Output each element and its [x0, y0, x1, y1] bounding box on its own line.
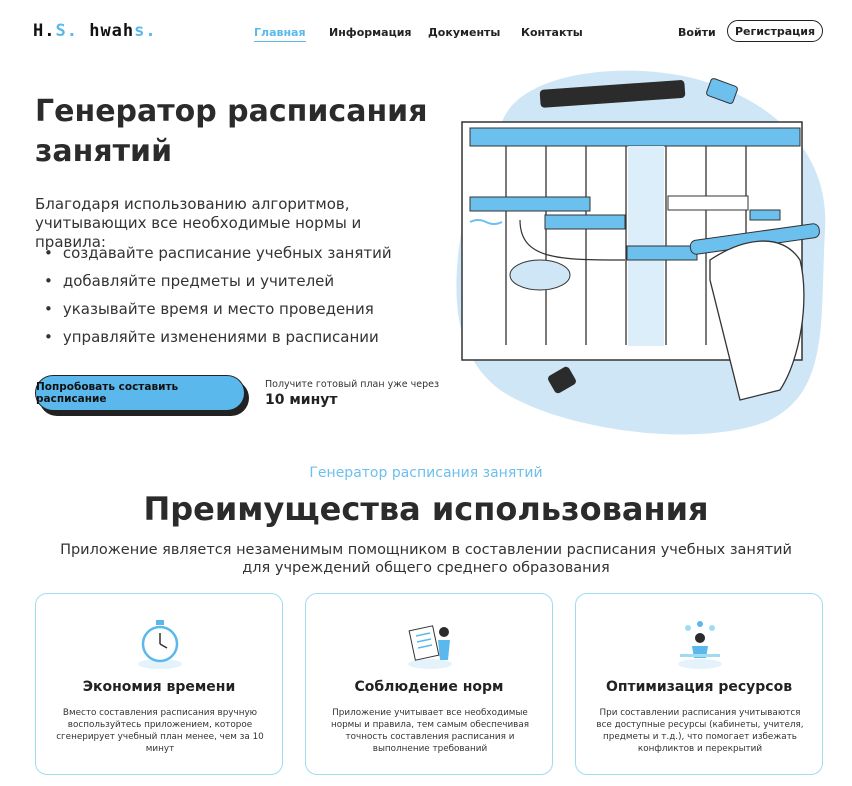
cta-note: Получите готовый план уже через: [265, 379, 440, 390]
cta-duration: 10 минут: [265, 392, 338, 408]
logo[interactable]: H.S. hwahs.: [33, 21, 157, 41]
register-button[interactable]: Регистрация: [727, 20, 823, 42]
bullet-item: добавляйте предметы и учителей: [44, 271, 392, 299]
section-title: Преимущества использования: [143, 490, 709, 528]
try-schedule-button[interactable]: Попробовать составить расписание: [35, 375, 245, 411]
benefit-card-resources: Оптимизация ресурсов При составлении рас…: [575, 593, 823, 775]
nav-documents[interactable]: Документы: [428, 26, 500, 39]
section-kicker: Генератор расписания занятий: [309, 465, 543, 481]
benefit-card-time: Экономия времени Вместо составления расп…: [35, 593, 283, 775]
hero-title: Генератор расписания занятий: [35, 94, 428, 169]
nav-home[interactable]: Главная: [254, 26, 306, 42]
person-desk-icon: [678, 621, 722, 669]
card-title: Оптимизация ресурсов: [605, 679, 793, 695]
bullet-item: указывайте время и место проведения: [44, 299, 392, 327]
card-title: Экономия времени: [82, 679, 236, 695]
card-text: Вместо составления расписания вручную во…: [56, 708, 264, 754]
section-subtitle: Приложение является незаменимым помощник…: [60, 542, 792, 576]
card-text: Приложение учитывает все необходимые нор…: [330, 708, 530, 754]
schedule-illustration: [456, 70, 826, 435]
login-link[interactable]: Войти: [678, 26, 716, 39]
bullet-item: управляйте изменениями в расписании: [44, 327, 392, 355]
hero-bullets: создавайте расписание учебных занятий до…: [44, 243, 392, 355]
person-document-icon: [408, 625, 452, 669]
benefit-card-norms: Соблюдение норм Приложение учитывает все…: [305, 593, 553, 775]
card-text: При составлении расписания учитываются в…: [596, 708, 804, 754]
stopwatch-icon: [138, 620, 182, 669]
nav-info[interactable]: Информация: [329, 26, 412, 39]
nav-contacts[interactable]: Контакты: [521, 26, 583, 39]
bullet-item: создавайте расписание учебных занятий: [44, 243, 392, 271]
card-title: Соблюдение норм: [354, 679, 504, 695]
